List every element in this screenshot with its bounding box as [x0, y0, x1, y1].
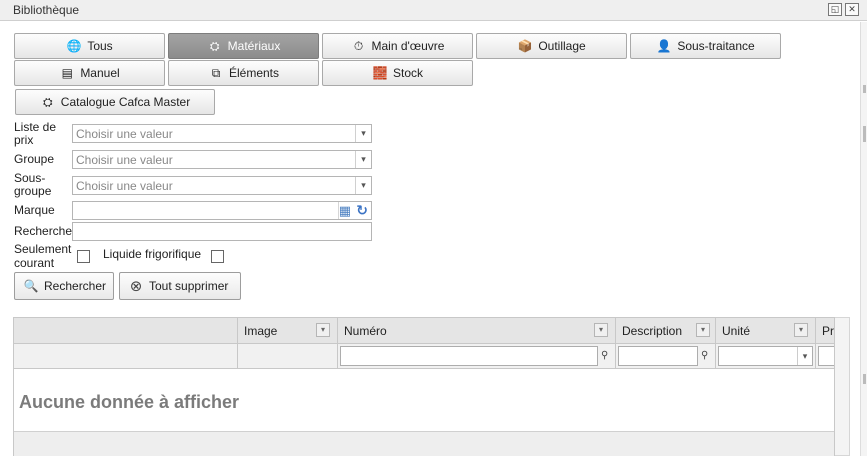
tab-elements[interactable]: ⧉ Éléments	[168, 60, 319, 86]
tab-label: Éléments	[228, 66, 280, 80]
price-list-placeholder: Choisir une valeur	[76, 127, 173, 141]
search-label: Recherche	[14, 224, 73, 238]
chevron-down-icon[interactable]: ▾	[355, 151, 371, 168]
subgroup-placeholder: Choisir une valeur	[76, 179, 173, 193]
tab-materials[interactable]: ⛭ Matériaux	[168, 33, 319, 59]
clear-all-button[interactable]: ⊗ Tout supprimer	[119, 272, 241, 300]
grid-filter-row: ⚲ ⚲ ▾	[14, 344, 834, 369]
column-header-price[interactable]: Pri	[815, 318, 834, 344]
tab-tools[interactable]: 📦 Outillage	[476, 33, 627, 59]
column-caption: Pri	[822, 324, 834, 338]
group-select[interactable]: Choisir une valeur ▾	[72, 150, 372, 169]
tab-label: Tous	[87, 39, 113, 53]
column-menu-icon[interactable]: ▾	[316, 323, 330, 337]
subgroup-select[interactable]: Choisir une valeur ▾	[72, 176, 372, 195]
column-caption: Numéro	[344, 324, 387, 338]
filter-icon[interactable]: ⚲	[701, 350, 708, 361]
column-header-description[interactable]: Description ▾	[615, 318, 715, 344]
search-button[interactable]: 🔍 Rechercher	[14, 272, 114, 300]
price-list-select[interactable]: Choisir une valeur ▾	[72, 124, 372, 143]
filter-cell	[14, 344, 237, 369]
edge-marker	[863, 126, 866, 142]
clear-icon: ⊗	[129, 278, 143, 295]
tab-label: Sous-traitance	[677, 39, 755, 53]
document-icon: ▤	[61, 66, 73, 80]
column-menu-icon[interactable]: ▾	[594, 323, 608, 337]
tab-manual[interactable]: ▤ Manuel	[14, 60, 165, 86]
tab-label: Manuel	[80, 66, 120, 80]
refrigerant-checkbox[interactable]	[211, 250, 224, 263]
grid-scrollbar[interactable]	[835, 317, 850, 456]
stock-icon: 🧱	[372, 66, 388, 80]
edge-marker	[863, 85, 866, 93]
tab-labour[interactable]: ⏱ Main d'œuvre	[322, 33, 473, 59]
brand-input[interactable]: ▦ ↻	[72, 201, 372, 220]
filter-cell	[237, 344, 337, 369]
tab-all[interactable]: 🌐 Tous	[14, 33, 165, 59]
catalogue-icon: ⛭	[42, 94, 53, 109]
clear-button-label: Tout supprimer	[149, 279, 229, 293]
tab-stock[interactable]: 🧱 Stock	[322, 60, 473, 86]
grid-header: Image ▾ Numéro ▾ Description ▾ Unité ▾ P…	[14, 318, 834, 344]
column-caption: Unité	[722, 324, 751, 338]
column-header-image[interactable]: Image ▾	[237, 318, 337, 344]
column-caption: Image	[244, 324, 278, 338]
search-icon: 🔍	[23, 279, 39, 293]
current-only-checkbox[interactable]	[77, 250, 90, 263]
refrigerant-label: Liquide frigorifique	[103, 247, 202, 261]
chevron-down-icon[interactable]: ▾	[355, 177, 371, 194]
filter-cell: ⚲	[615, 344, 715, 369]
catalogue-label: Catalogue Cafca Master	[60, 95, 191, 109]
current-only-label-2: courant	[14, 256, 55, 270]
price-list-label-2: prix	[14, 133, 34, 147]
tab-label: Main d'œuvre	[371, 39, 445, 53]
results-grid: Image ▾ Numéro ▾ Description ▾ Unité ▾ P…	[13, 317, 835, 456]
elements-icon: ⧉	[211, 65, 221, 80]
description-filter-input[interactable]	[618, 346, 698, 366]
group-placeholder: Choisir une valeur	[76, 153, 173, 167]
column-header-unit[interactable]: Unité ▾	[715, 318, 815, 344]
empty-message: Aucune donnée à afficher	[19, 392, 240, 412]
grid-footer	[14, 431, 834, 456]
subgroup-label-2: groupe	[14, 184, 52, 198]
brand-label: Marque	[14, 203, 55, 217]
stopwatch-icon: ⏱	[353, 38, 364, 53]
tab-label: Stock	[392, 66, 423, 80]
worker-icon: 👤	[656, 39, 672, 53]
column-menu-icon[interactable]: ▾	[794, 323, 808, 337]
filter-icon[interactable]: ⚲	[601, 350, 608, 361]
filter-cell	[815, 344, 834, 369]
window-titlebar: Bibliothèque ◱ ✕	[0, 0, 867, 21]
restore-icon[interactable]: ◱	[828, 3, 842, 16]
calendar-icon[interactable]: ▦	[339, 203, 351, 219]
column-header-select[interactable]	[14, 318, 237, 344]
chevron-down-icon[interactable]: ▾	[797, 347, 812, 365]
edge-marker	[863, 374, 866, 384]
chevron-down-icon[interactable]: ▾	[355, 125, 371, 142]
filter-cell: ▾	[715, 344, 815, 369]
tab-subcontracting[interactable]: 👤 Sous-traitance	[630, 33, 781, 59]
column-menu-icon[interactable]: ▾	[696, 323, 710, 337]
unit-filter-select[interactable]: ▾	[718, 346, 813, 366]
tab-label: Matériaux	[227, 39, 281, 53]
window-title: Bibliothèque	[13, 3, 80, 17]
group-label: Groupe	[14, 152, 55, 166]
materials-icon: ⛭	[209, 38, 220, 53]
number-filter-input[interactable]	[340, 346, 598, 366]
close-icon[interactable]: ✕	[845, 3, 859, 16]
catalogue-cafca-button[interactable]: ⛭ Catalogue Cafca Master	[15, 89, 215, 115]
column-caption: Description	[622, 324, 683, 338]
column-header-number[interactable]: Numéro ▾	[337, 318, 615, 344]
refresh-icon[interactable]: ↻	[356, 202, 368, 219]
globe-icon: 🌐	[66, 39, 82, 53]
price-filter-input[interactable]	[818, 346, 834, 366]
filter-cell: ⚲	[337, 344, 615, 369]
search-input[interactable]	[72, 222, 372, 241]
toolbox-icon: 📦	[517, 39, 533, 53]
search-button-label: Rechercher	[44, 279, 107, 293]
current-only-label: Seulement	[14, 242, 72, 256]
tab-label: Outillage	[538, 39, 586, 53]
